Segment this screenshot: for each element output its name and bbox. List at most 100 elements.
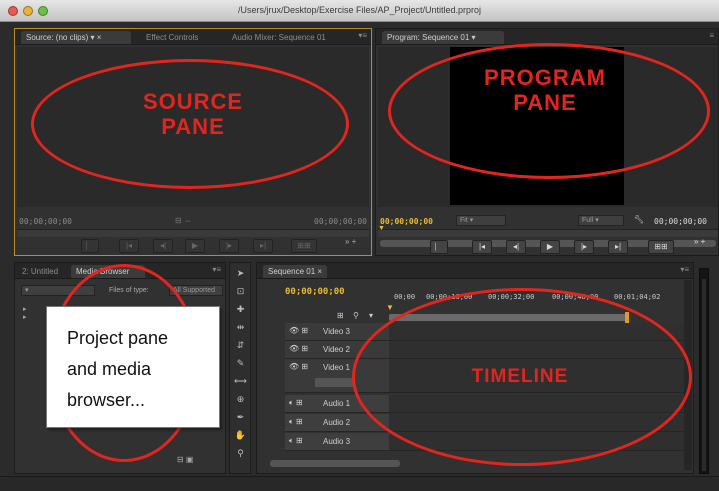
source-go-to-in-button[interactable]: |◂ xyxy=(119,239,139,253)
eye-icon[interactable]: 👁︎ ⊞ xyxy=(289,362,308,371)
callout-line: and media xyxy=(67,359,152,379)
program-step-back-button[interactable]: ◂| xyxy=(506,240,526,254)
zoom-tool-icon[interactable]: ⚲ xyxy=(234,447,247,460)
program-timecode-duration: 00;00;00;00 xyxy=(654,217,707,226)
timeline-tabbar: Sequence 01 × ▾≡ xyxy=(257,263,693,279)
tab-program[interactable]: Program: Sequence 01 ▾ xyxy=(382,31,504,44)
source-go-to-out-button[interactable]: ▸| xyxy=(253,239,273,253)
program-add-button[interactable]: » + xyxy=(694,237,705,246)
track-name: Audio 2 xyxy=(323,418,351,427)
callout-line: browser... xyxy=(67,390,146,410)
chevron-down-icon[interactable]: ▾ × xyxy=(90,33,101,42)
playhead-icon[interactable]: ▼ xyxy=(386,303,394,312)
program-timecode-current[interactable]: 00;00;00;00 xyxy=(380,217,433,226)
pen-tool-icon[interactable]: ✒ xyxy=(234,411,247,424)
source-zoom-icon[interactable]: ⊟ ⇔ xyxy=(175,216,192,225)
panel-menu-icon[interactable]: ▾≡ xyxy=(680,265,689,274)
source-annotation-line: SOURCE xyxy=(142,89,244,114)
source-tabbar: Source: (no clips) ▾ × Effect Controls A… xyxy=(15,29,371,45)
snap-icon[interactable]: ⊞ xyxy=(337,311,344,320)
panel-menu-icon[interactable]: ≡ xyxy=(709,31,714,40)
track-name: Audio 3 xyxy=(323,437,351,446)
eye-icon[interactable]: 👁︎ ⊞ xyxy=(289,326,308,335)
program-go-to-in-button[interactable]: |◂ xyxy=(472,240,492,254)
track-header-audio-3[interactable]: 🔈︎ ⊞ Audio 3 xyxy=(285,433,389,451)
wrench-icon[interactable]: 🔧︎ xyxy=(634,215,644,224)
program-fit-select[interactable]: Fit ▾ xyxy=(456,215,506,226)
eye-icon[interactable]: 👁︎ ⊞ xyxy=(289,344,308,353)
tab-project[interactable]: 2: Untitled xyxy=(17,265,67,278)
ruler-tick: 00;00 xyxy=(394,293,416,301)
timeline-annotation-text: TIMELINE xyxy=(471,366,569,387)
source-add-button[interactable]: » + xyxy=(345,237,356,246)
program-annotation-line: PROGRAM xyxy=(484,65,606,90)
window-title: /Users/jrux/Desktop/Exercise Files/AP_Pr… xyxy=(237,5,482,15)
source-step-back-button[interactable]: ◂| xyxy=(153,239,173,253)
panel-menu-icon[interactable]: ▾≡ xyxy=(212,265,221,274)
ruler-tick: 00;01;04;02 xyxy=(614,293,661,301)
program-mark-in-button[interactable]: ⎸ xyxy=(430,240,448,254)
track-name: Audio 1 xyxy=(323,399,351,408)
tools-panel: ➤ ⊡ ✚ ⇹ ⇵ ✎ ⟷ ⊕ ✒ ✋ ⚲ xyxy=(229,262,251,474)
speaker-icon[interactable]: 🔈︎ ⊞ xyxy=(289,398,303,408)
tab-source[interactable]: Source: (no clips) ▾ × xyxy=(21,31,131,44)
source-panel: Source: (no clips) ▾ × Effect Controls A… xyxy=(14,28,372,256)
tab-effect-controls[interactable]: Effect Controls xyxy=(141,31,217,44)
program-quality-select[interactable]: Full ▾ xyxy=(578,215,624,226)
rolling-edit-tool-icon[interactable]: ⇹ xyxy=(234,321,247,334)
speaker-icon[interactable]: 🔈︎ ⊞ xyxy=(289,436,303,446)
tab-program-label: Program: Sequence 01 xyxy=(387,33,470,42)
slip-tool-icon[interactable]: ⟷ xyxy=(234,375,247,388)
program-ruler[interactable] xyxy=(378,229,718,237)
track-name: Video 2 xyxy=(323,345,350,354)
project-callout-box: Project pane and media browser... xyxy=(46,306,220,428)
program-quality-label: Full xyxy=(582,217,594,224)
playhead-icon[interactable]: ▼ xyxy=(378,225,385,232)
chevron-down-icon[interactable]: ▾ xyxy=(472,33,476,42)
source-play-button[interactable]: ▶ xyxy=(185,239,205,253)
callout-line: Project pane xyxy=(67,328,169,348)
source-ruler[interactable] xyxy=(17,229,369,237)
tab-sequence[interactable]: Sequence 01 × xyxy=(263,265,327,278)
program-annotation-line: PANE xyxy=(513,90,577,116)
audio-meter xyxy=(699,268,709,474)
rate-stretch-tool-icon[interactable]: ⇵ xyxy=(234,339,247,352)
source-insert-button[interactable]: ⊞⊞ xyxy=(291,239,317,253)
window-titlebar: /Users/jrux/Desktop/Exercise Files/AP_Pr… xyxy=(0,0,719,22)
marker-icon[interactable]: ▾ xyxy=(369,311,373,320)
razor-tool-icon[interactable]: ✎ xyxy=(234,357,247,370)
list-view-icon[interactable]: ⊟ ▣ xyxy=(177,455,193,464)
tab-audio-mixer[interactable]: Audio Mixer: Sequence 01 xyxy=(227,31,351,44)
source-step-forward-button[interactable]: |▸ xyxy=(219,239,239,253)
audio-meter-channel xyxy=(702,279,706,471)
program-play-button[interactable]: ▶ xyxy=(540,240,560,254)
track-name: Video 1 xyxy=(323,363,350,372)
source-timecode-out: 00;00;00;00 xyxy=(314,217,367,226)
slide-tool-icon[interactable]: ⊕ xyxy=(234,393,247,406)
selection-tool-icon[interactable]: ➤ xyxy=(234,267,247,280)
hand-tool-icon[interactable]: ✋ xyxy=(234,429,247,442)
source-annotation-text: SOURCE PANE xyxy=(123,89,263,140)
program-step-forward-button[interactable]: |▸ xyxy=(574,240,594,254)
source-mark-in-button[interactable]: ⎸ xyxy=(81,239,99,253)
timeline-timecode[interactable]: 00;00;00;00 xyxy=(285,287,345,297)
program-annotation-text: PROGRAM PANE xyxy=(460,65,630,116)
program-go-to-out-button[interactable]: ▸| xyxy=(608,240,628,254)
tab-source-label: Source: (no clips) xyxy=(26,33,89,42)
keyframe-navigator[interactable] xyxy=(315,378,355,387)
panel-menu-icon[interactable]: ▾≡ xyxy=(358,31,367,40)
track-select-tool-icon[interactable]: ⊡ xyxy=(234,285,247,298)
folder-tree-expander-icon[interactable]: ▸ ▸ xyxy=(23,305,27,321)
program-fit-label: Fit xyxy=(460,217,468,224)
set-marker-icon[interactable]: ⚲ xyxy=(353,311,359,320)
tab-sequence-label: Sequence 01 xyxy=(268,267,316,276)
speaker-icon[interactable]: 🔈︎ ⊞ xyxy=(289,417,303,427)
track-name: Video 3 xyxy=(323,327,350,336)
program-lift-button[interactable]: ⊞⊞ xyxy=(648,240,674,254)
ripple-edit-tool-icon[interactable]: ✚ xyxy=(234,303,247,316)
status-bar xyxy=(0,476,719,491)
project-callout-text: Project pane and media browser... xyxy=(67,323,168,416)
timeline-zoom-scroll[interactable] xyxy=(270,460,400,467)
program-panel: Program: Sequence 01 ▾ ≡ 00;00;00;00 Fit… xyxy=(375,28,719,256)
source-timecode-in[interactable]: 00;00;00;00 xyxy=(19,217,72,226)
